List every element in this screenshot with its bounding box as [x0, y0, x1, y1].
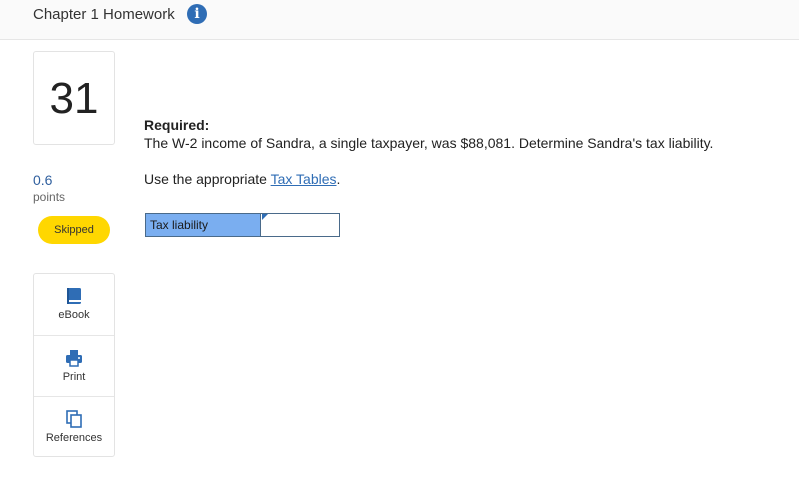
- tools-panel: eBook Print References: [33, 273, 115, 457]
- instruction-text: Use the appropriate Tax Tables.: [144, 171, 340, 187]
- references-label: References: [45, 432, 103, 444]
- print-label: Print: [62, 371, 86, 383]
- points-label: points: [33, 190, 66, 204]
- status-badge: Skipped: [38, 216, 110, 244]
- instruction-prefix: Use the appropriate: [144, 171, 271, 187]
- references-button[interactable]: References: [34, 396, 114, 458]
- top-bar: Chapter 1 Homework i: [0, 0, 799, 40]
- required-label: Required:: [144, 117, 210, 133]
- tax-liability-label: Tax liability: [146, 214, 261, 236]
- points-value: 0.6: [33, 172, 53, 188]
- question-number-box: 31: [33, 51, 115, 145]
- page-title: Chapter 1 Homework: [33, 6, 175, 23]
- printer-icon: [66, 350, 82, 367]
- tax-tables-link[interactable]: Tax Tables: [271, 171, 337, 187]
- instruction-suffix: .: [336, 171, 341, 187]
- print-button[interactable]: Print: [34, 335, 114, 397]
- ebook-button[interactable]: eBook: [34, 274, 114, 335]
- tax-liability-input[interactable]: [262, 214, 339, 236]
- info-icon[interactable]: i: [187, 4, 207, 24]
- ebook-label: eBook: [58, 309, 90, 321]
- book-icon: [67, 288, 81, 304]
- answer-row: Tax liability: [145, 213, 340, 237]
- question-text: The W-2 income of Sandra, a single taxpa…: [144, 135, 714, 151]
- question-number: 31: [49, 74, 99, 123]
- input-flag-icon: [262, 214, 268, 220]
- copy-icon: [66, 410, 82, 428]
